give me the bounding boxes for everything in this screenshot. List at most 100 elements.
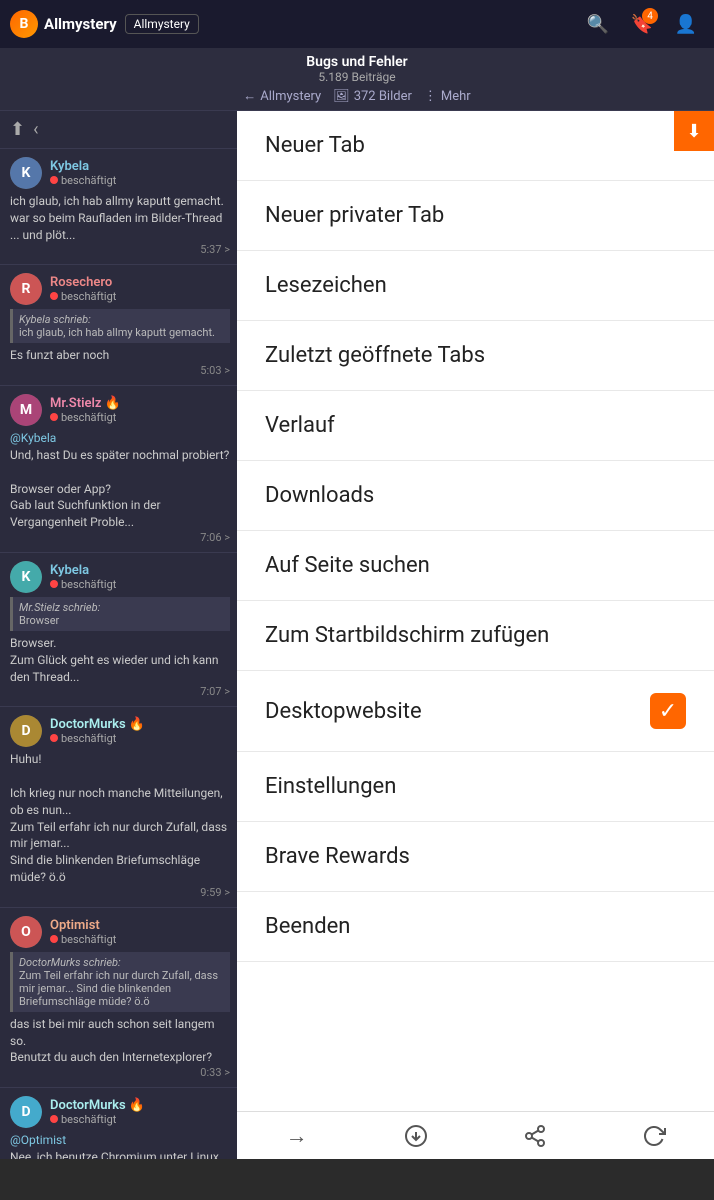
checkbox-checked-icon[interactable]: ✓ xyxy=(650,693,686,729)
menu-item-quit[interactable]: Beenden xyxy=(237,892,714,962)
post-text: Es funzt aber noch xyxy=(10,347,230,364)
post-time: 5:37 > xyxy=(10,243,230,256)
list-item[interactable]: D DoctorMurks 🔥 beschäftigt Huhu!Ich kri… xyxy=(0,707,240,907)
username: DoctorMurks 🔥 xyxy=(50,1098,145,1113)
upload-icon[interactable]: ⬆ xyxy=(10,119,25,140)
bookmarks-button[interactable]: 🔖 4 xyxy=(624,6,660,42)
status-dot xyxy=(50,292,58,300)
post-header: K Kybela beschäftigt xyxy=(10,157,230,189)
bookmarks-badge: 4 xyxy=(642,8,658,24)
menu-item-label-brave-rewards: Brave Rewards xyxy=(265,844,410,869)
post-text: Und, hast Du es später nochmal probiert?… xyxy=(10,447,230,531)
post-time: 9:59 > xyxy=(10,886,230,899)
post-time: 5:03 > xyxy=(10,364,230,377)
menu-item-bookmarks[interactable]: Lesezeichen xyxy=(237,251,714,321)
username: Rosechero xyxy=(50,275,116,290)
post-header: D DoctorMurks 🔥 beschäftigt xyxy=(10,715,230,747)
menu-item-label-quit: Beenden xyxy=(265,914,350,939)
download-top-right-button[interactable]: ⬇ xyxy=(674,111,714,151)
list-item[interactable]: O Optimist beschäftigt DoctorMurks schri… xyxy=(0,908,240,1088)
status-text: beschäftigt xyxy=(50,933,116,946)
url-bar: Bugs und Fehler 5.189 Beiträge ← Allmyst… xyxy=(0,48,714,111)
status-dot xyxy=(50,935,58,943)
avatar: O xyxy=(10,916,42,948)
post-quote: Mr.Stielz schrieb:Browser xyxy=(10,597,230,631)
menu-item-new-tab[interactable]: Neuer Tab xyxy=(237,111,714,181)
menu-item-find-on-page[interactable]: Auf Seite suchen xyxy=(237,531,714,601)
post-time: 0:33 > xyxy=(10,1066,230,1079)
status-text: beschäftigt xyxy=(50,411,121,424)
post-header: K Kybela beschäftigt xyxy=(10,561,230,593)
dl-icon[interactable]: ⬇ xyxy=(674,111,714,151)
status-dot xyxy=(50,1115,58,1123)
nav-images[interactable]: 🖼 372 Bilder xyxy=(333,89,412,104)
status-dot xyxy=(50,176,58,184)
menu-item-settings[interactable]: Einstellungen xyxy=(237,752,714,822)
tab-label[interactable]: Allmystery xyxy=(125,14,199,34)
menu-item-new-private-tab[interactable]: Neuer privater Tab xyxy=(237,181,714,251)
menu-item-recent-tabs[interactable]: Zuletzt geöffnete Tabs xyxy=(237,321,714,391)
menu-item-label-find-on-page: Auf Seite suchen xyxy=(265,553,430,578)
back-nav-icon[interactable]: ‹ xyxy=(33,119,38,140)
nav-back[interactable]: ← Allmystery xyxy=(243,88,321,104)
refresh-button[interactable] xyxy=(632,1114,676,1158)
menu-item-label-downloads: Downloads xyxy=(265,483,374,508)
nav-more[interactable]: ⋮ Mehr xyxy=(424,89,471,104)
post-time: 7:07 > xyxy=(10,685,230,698)
brave-logo-icon: B xyxy=(10,10,38,38)
list-item[interactable]: K Kybela beschäftigt Mr.Stielz schrieb:B… xyxy=(0,553,240,707)
status-dot xyxy=(50,580,58,588)
menu-item-label-desktop-site: Desktopwebsite xyxy=(265,699,422,724)
page-nav: ← Allmystery 🖼 372 Bilder ⋮ Mehr xyxy=(243,88,470,104)
browser-top-right: 🔍 🔖 4 👤 xyxy=(580,6,704,42)
post-text: ich glaub, ich hab allmy kaputt gemacht.… xyxy=(10,193,230,243)
status-dot xyxy=(50,734,58,742)
forward-button[interactable]: → xyxy=(275,1114,319,1158)
bottom-toolbar: → xyxy=(237,1111,714,1159)
status-dot xyxy=(50,413,58,421)
post-text: das ist bei mir auch schon seit langem s… xyxy=(10,1016,230,1066)
list-item[interactable]: R Rosechero beschäftigt Kybela schrieb:i… xyxy=(0,265,240,386)
forum-panel: ⬆ ‹ K Kybela beschäftigt ich glaub, ich … xyxy=(0,111,240,1159)
browser-logo: B Allmystery xyxy=(10,10,117,38)
menu-item-label-bookmarks: Lesezeichen xyxy=(265,273,387,298)
post-text: Huhu!Ich krieg nur noch manche Mitteilun… xyxy=(10,751,230,885)
menu-item-label-add-to-homescreen: Zum Startbildschirm zufügen xyxy=(265,623,549,648)
browser-top-bar: B Allmystery Allmystery 🔍 🔖 4 👤 xyxy=(0,0,714,48)
post-quote: DoctorMurks schrieb:Zum Teil erfahr ich … xyxy=(10,952,230,1012)
post-header: D DoctorMurks 🔥 beschäftigt xyxy=(10,1096,230,1128)
avatar: K xyxy=(10,561,42,593)
menu-item-label-history: Verlauf xyxy=(265,413,335,438)
status-text: beschäftigt xyxy=(50,1113,145,1126)
menu-item-history[interactable]: Verlauf xyxy=(237,391,714,461)
post-time: 7:06 > xyxy=(10,531,230,544)
post-text: Browser.Zum Glück geht es wieder und ich… xyxy=(10,635,230,685)
post-header: M Mr.Stielz 🔥 beschäftigt xyxy=(10,394,230,426)
share-button[interactable] xyxy=(513,1114,557,1158)
status-text: beschäftigt xyxy=(50,290,116,303)
menu-item-add-to-homescreen[interactable]: Zum Startbildschirm zufügen xyxy=(237,601,714,671)
page-title: Bugs und Fehler xyxy=(306,54,407,70)
list-item[interactable]: K Kybela beschäftigt ich glaub, ich hab … xyxy=(0,149,240,265)
post-header: R Rosechero beschäftigt xyxy=(10,273,230,305)
avatar: K xyxy=(10,157,42,189)
post-text: Nee, ich benutze Chromium unter Linux. xyxy=(10,1149,230,1159)
post-quote: Kybela schrieb:ich glaub, ich hab allmy … xyxy=(10,309,230,343)
username: Mr.Stielz 🔥 xyxy=(50,396,121,411)
menu-item-desktop-site[interactable]: Desktopwebsite ✓ xyxy=(237,671,714,752)
menu-item-brave-rewards[interactable]: Brave Rewards xyxy=(237,822,714,892)
list-item[interactable]: D DoctorMurks 🔥 beschäftigt @OptimistNee… xyxy=(0,1088,240,1159)
browser-name: Allmystery xyxy=(44,15,117,33)
status-text: beschäftigt xyxy=(50,174,116,187)
download-button[interactable] xyxy=(394,1114,438,1158)
avatar: R xyxy=(10,273,42,305)
list-item[interactable]: M Mr.Stielz 🔥 beschäftigt @KybelaUnd, ha… xyxy=(0,386,240,553)
page-area: ⬆ ‹ K Kybela beschäftigt ich glaub, ich … xyxy=(0,111,714,1159)
post-list: K Kybela beschäftigt ich glaub, ich hab … xyxy=(0,149,240,1159)
username: Kybela xyxy=(50,563,116,578)
mention: @Kybela xyxy=(10,430,230,447)
search-button[interactable]: 🔍 xyxy=(580,6,616,42)
profile-button[interactable]: 👤 xyxy=(668,6,704,42)
post-header: O Optimist beschäftigt xyxy=(10,916,230,948)
menu-item-downloads[interactable]: Downloads xyxy=(237,461,714,531)
